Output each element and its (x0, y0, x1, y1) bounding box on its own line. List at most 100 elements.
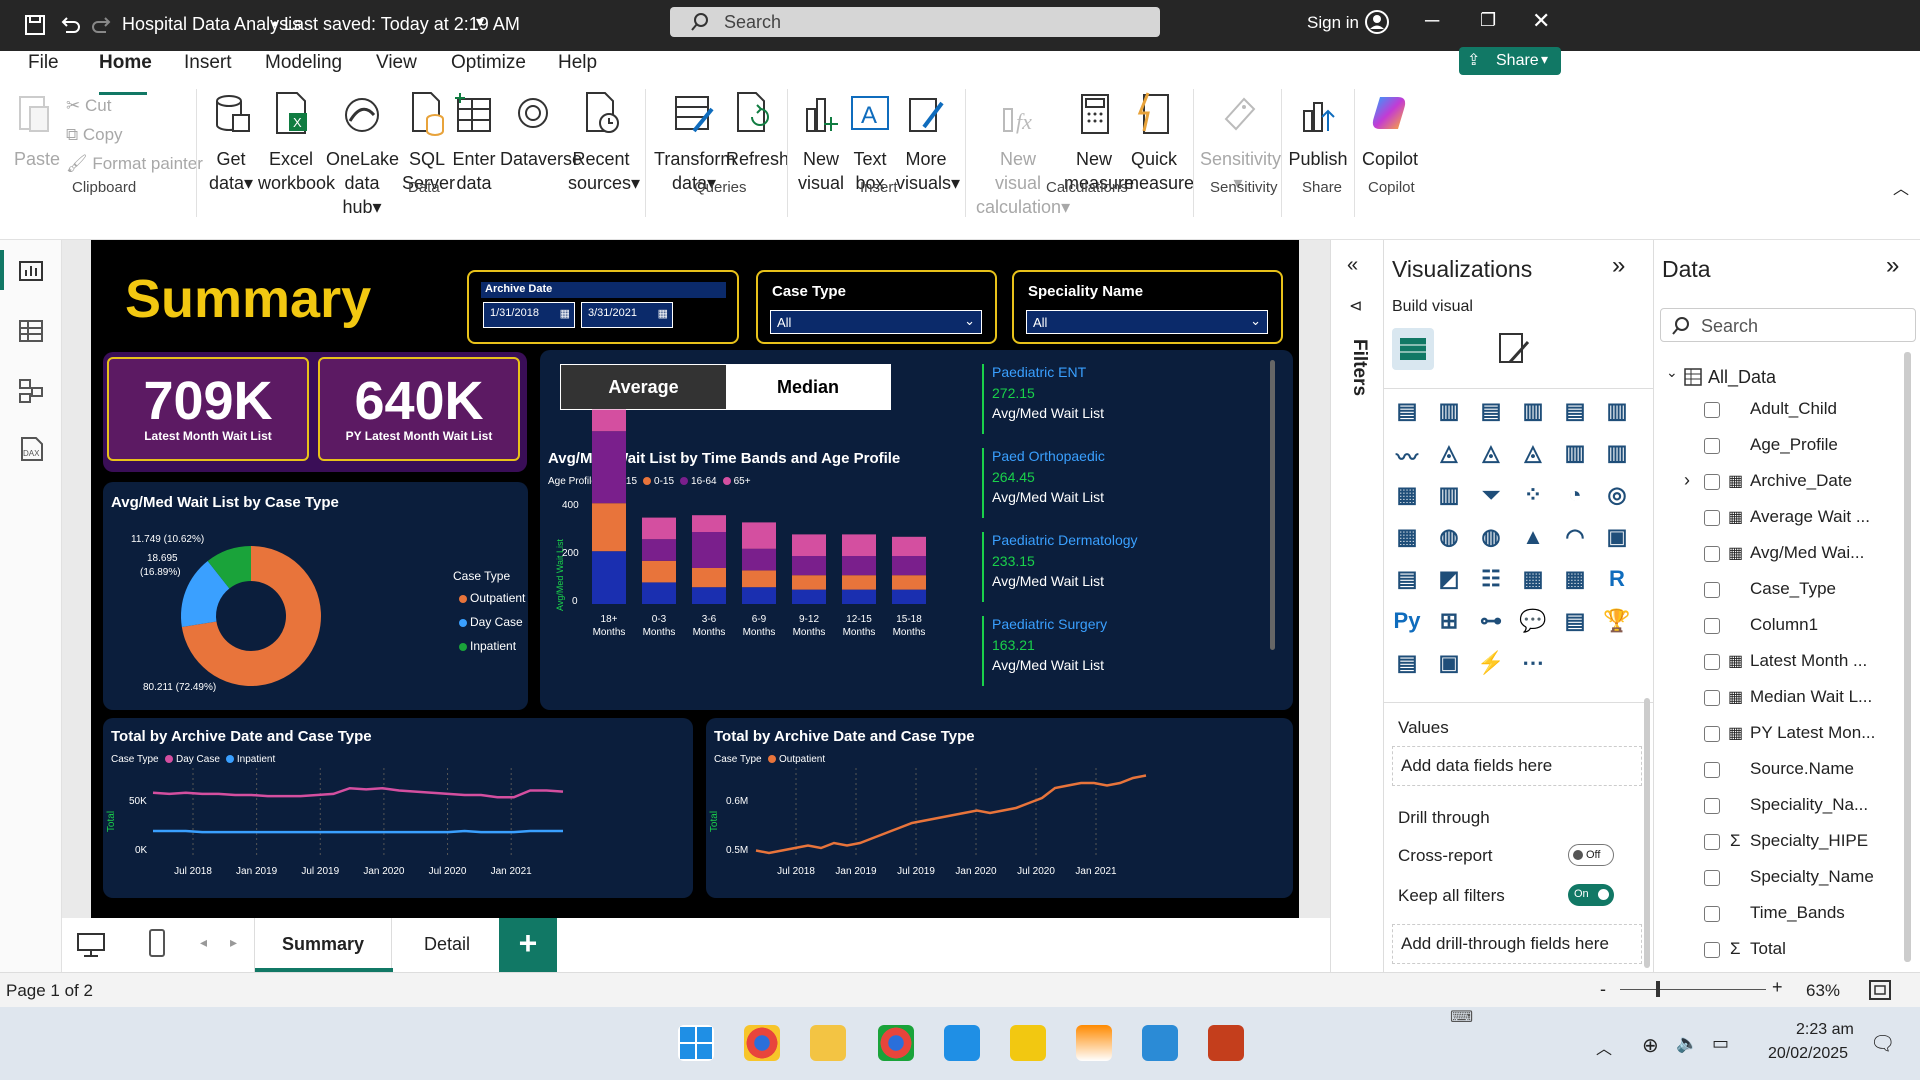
tab-optimize[interactable]: Optimize (451, 52, 526, 74)
field-checkbox[interactable] (1704, 618, 1720, 634)
field-item[interactable]: Source.Name (1654, 756, 1904, 786)
field-item[interactable]: Case_Type (1654, 576, 1904, 606)
data-search-input[interactable]: Search (1660, 308, 1916, 342)
clock-date[interactable]: 20/02/2025 (1768, 1045, 1848, 1063)
clustered-bar-icon[interactable]: ▤ (1476, 398, 1506, 428)
bar-segment[interactable] (692, 568, 726, 588)
next-page-icon[interactable]: ▸ (230, 934, 237, 951)
field-checkbox[interactable] (1704, 546, 1720, 562)
clustered-column-icon[interactable]: ▥ (1518, 398, 1548, 428)
field-checkbox[interactable] (1704, 870, 1720, 886)
bar-segment[interactable] (892, 556, 926, 576)
globe-icon[interactable]: ⊕ (1642, 1033, 1659, 1058)
bar-segment[interactable] (792, 534, 826, 556)
scrollbar[interactable] (1270, 360, 1275, 650)
chevron-up-icon[interactable]: ︿ (1596, 1035, 1612, 1059)
field-checkbox[interactable] (1704, 438, 1720, 454)
date-from-input[interactable]: 1/31/2018 ▦ (483, 302, 575, 328)
map-icon[interactable]: ◍ (1434, 524, 1464, 554)
table-icon[interactable]: ▦ (1518, 566, 1548, 596)
table-view-icon[interactable] (18, 318, 44, 344)
collapse-pane-icon[interactable]: » (1886, 252, 1899, 280)
scatter-icon[interactable]: ⁘ (1518, 482, 1548, 512)
cross-report-toggle[interactable]: Off (1568, 844, 1614, 866)
legend-item[interactable]: Day Case (453, 615, 523, 629)
tab-file[interactable]: File (28, 52, 59, 74)
kpi-icon[interactable]: ◩ (1434, 566, 1464, 596)
field-item[interactable]: ▦ Avg/Med Wai... (1654, 540, 1904, 570)
legend-item[interactable]: Outpatient (453, 591, 525, 605)
bar-segment[interactable] (592, 503, 626, 552)
tab-view[interactable]: View (376, 52, 417, 74)
key-influencers-icon[interactable]: ⊞ (1434, 608, 1464, 638)
mobile-layout-icon[interactable] (148, 928, 166, 958)
bar-segment[interactable] (592, 431, 626, 504)
bar-segment[interactable] (742, 570, 776, 588)
notification-icon[interactable]: 🗨 (1870, 1031, 1895, 1056)
field-item[interactable]: Column1 (1654, 612, 1904, 642)
field-item[interactable]: Age_Profile (1654, 432, 1904, 462)
field-item[interactable]: Σ Specialty_HIPE (1654, 828, 1904, 858)
power-apps-icon[interactable]: ⚡ (1476, 650, 1506, 680)
vscode-icon[interactable] (944, 1025, 980, 1061)
clock-time[interactable]: 2:23 am (1796, 1021, 1854, 1039)
area-chart-icon[interactable]: ◬ (1434, 440, 1464, 470)
scrollbar[interactable] (1904, 352, 1911, 962)
series-line-day-case[interactable] (152, 786, 564, 799)
bar-segment[interactable] (892, 575, 926, 590)
card-icon[interactable]: ▣ (1602, 524, 1632, 554)
bar-segment[interactable] (792, 589, 826, 604)
tab-modeling[interactable]: Modeling (265, 52, 342, 74)
fit-to-page-icon[interactable] (1868, 979, 1892, 1001)
field-checkbox[interactable] (1704, 654, 1720, 670)
field-item[interactable]: ▦ PY Latest Mon... (1654, 720, 1904, 750)
format-visual-icon[interactable] (1496, 332, 1530, 366)
100-column-icon[interactable]: ▥ (1602, 398, 1632, 428)
recent-sources-button[interactable]: Recent sources▾ (568, 91, 640, 195)
field-checkbox[interactable] (1704, 942, 1720, 958)
file-explorer-icon[interactable] (810, 1025, 846, 1061)
speciality-dropdown[interactable]: All ⌄ (1026, 310, 1268, 334)
bar-segment[interactable] (592, 551, 626, 604)
get-data-button[interactable]: Get data▾ (206, 91, 256, 195)
more-visuals-icon[interactable]: ⋯ (1518, 650, 1548, 680)
zoom-slider-thumb[interactable] (1656, 981, 1660, 997)
field-item[interactable]: Σ Total (1654, 936, 1904, 966)
stacked-area-icon[interactable]: ◬ (1476, 440, 1506, 470)
bar-segment[interactable] (842, 575, 876, 590)
volume-icon[interactable]: 🔈 (1676, 1033, 1698, 1054)
tab-home[interactable]: Home (99, 52, 152, 74)
values-drop-zone[interactable]: Add data fields here (1392, 746, 1642, 786)
quick-measure-button[interactable]: Quick measure (1124, 91, 1194, 195)
series-line-outpatient[interactable] (755, 774, 1147, 855)
field-item[interactable]: › ▦ Archive_Date (1654, 468, 1904, 498)
chrome-profile-icon[interactable] (878, 1025, 914, 1061)
archive-date-slicer[interactable]: Archive Date 1/31/2018 ▦ 3/31/2021 ▦ (467, 270, 739, 344)
collapse-ribbon-icon[interactable]: ︿ (1893, 175, 1909, 199)
account-icon[interactable] (1364, 9, 1390, 35)
field-item[interactable]: Time_Bands (1654, 900, 1904, 930)
table-name[interactable]: All_Data (1708, 367, 1776, 388)
field-checkbox[interactable] (1704, 726, 1720, 742)
date-to-input[interactable]: 3/31/2021 ▦ (581, 302, 673, 328)
bar-segment[interactable] (642, 560, 676, 583)
field-checkbox[interactable] (1704, 690, 1720, 706)
bar-segment[interactable] (792, 575, 826, 590)
stacked-column-icon[interactable]: ▥ (1434, 398, 1464, 428)
zoom-in-icon[interactable]: + (1772, 977, 1783, 998)
bar-segment[interactable] (892, 589, 926, 604)
enter-data-button[interactable]: Enter data (452, 91, 496, 195)
multi-row-card-icon[interactable]: ▤ (1392, 566, 1422, 596)
build-visual-tab[interactable] (1392, 328, 1434, 370)
line-chart-icon[interactable]: 〰 (1392, 440, 1422, 470)
power-bi-icon[interactable] (1010, 1025, 1046, 1061)
matrix-icon[interactable]: ▦ (1560, 566, 1590, 596)
r-visual-icon[interactable]: R (1602, 566, 1632, 596)
tab-help[interactable]: Help (558, 52, 597, 74)
zoom-slider[interactable] (1620, 989, 1766, 990)
field-checkbox[interactable] (1704, 582, 1720, 598)
keep-filters-toggle[interactable]: On (1568, 884, 1614, 906)
search-box[interactable]: Search (670, 7, 1160, 37)
more-visuals-button[interactable]: More visuals▾ (896, 91, 960, 195)
keyboard-icon[interactable]: ⌨ (1450, 1007, 1473, 1027)
